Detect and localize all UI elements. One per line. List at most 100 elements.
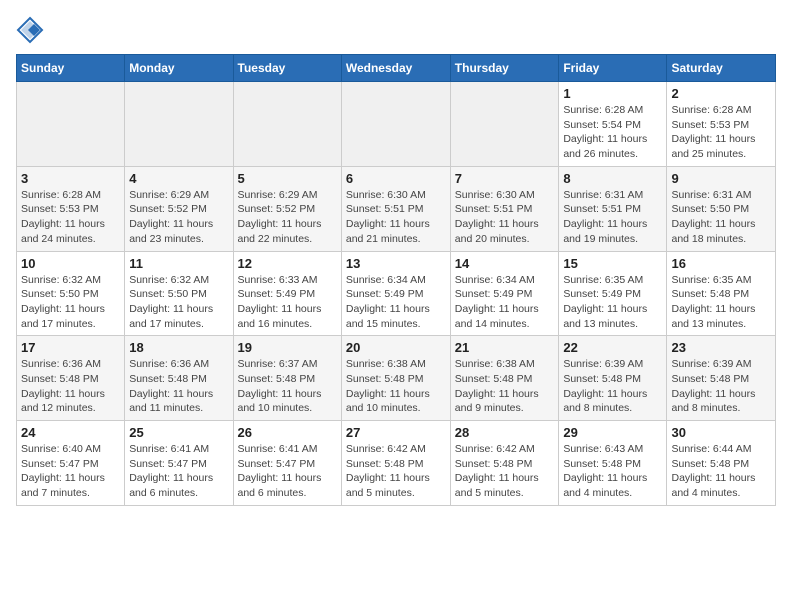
day-number: 16 (671, 256, 771, 271)
week-row-5: 24 Sunrise: 6:40 AM Sunset: 5:47 PM Dayli… (17, 421, 776, 506)
calendar-cell: 3 Sunrise: 6:28 AM Sunset: 5:53 PM Daylig… (17, 166, 125, 251)
day-number: 6 (346, 171, 446, 186)
day-number: 7 (455, 171, 555, 186)
day-number: 5 (238, 171, 337, 186)
day-number: 17 (21, 340, 120, 355)
day-number: 23 (671, 340, 771, 355)
weekday-header-tuesday: Tuesday (233, 55, 341, 82)
day-number: 20 (346, 340, 446, 355)
day-number: 26 (238, 425, 337, 440)
day-info: Sunrise: 6:30 AM Sunset: 5:51 PM Dayligh… (346, 188, 446, 247)
logo (16, 16, 48, 44)
calendar-cell (125, 82, 233, 167)
calendar-cell (341, 82, 450, 167)
day-info: Sunrise: 6:41 AM Sunset: 5:47 PM Dayligh… (238, 442, 337, 501)
day-number: 1 (563, 86, 662, 101)
day-number: 2 (671, 86, 771, 101)
calendar-cell: 15 Sunrise: 6:35 AM Sunset: 5:49 PM Dayli… (559, 251, 667, 336)
day-info: Sunrise: 6:36 AM Sunset: 5:48 PM Dayligh… (21, 357, 120, 416)
day-info: Sunrise: 6:29 AM Sunset: 5:52 PM Dayligh… (129, 188, 228, 247)
day-info: Sunrise: 6:41 AM Sunset: 5:47 PM Dayligh… (129, 442, 228, 501)
calendar-cell: 12 Sunrise: 6:33 AM Sunset: 5:49 PM Dayli… (233, 251, 341, 336)
day-info: Sunrise: 6:31 AM Sunset: 5:51 PM Dayligh… (563, 188, 662, 247)
day-info: Sunrise: 6:35 AM Sunset: 5:48 PM Dayligh… (671, 273, 771, 332)
day-number: 30 (671, 425, 771, 440)
calendar-cell: 18 Sunrise: 6:36 AM Sunset: 5:48 PM Dayli… (125, 336, 233, 421)
day-info: Sunrise: 6:28 AM Sunset: 5:54 PM Dayligh… (563, 103, 662, 162)
day-info: Sunrise: 6:40 AM Sunset: 5:47 PM Dayligh… (21, 442, 120, 501)
week-row-1: 1 Sunrise: 6:28 AM Sunset: 5:54 PM Daylig… (17, 82, 776, 167)
calendar-cell: 29 Sunrise: 6:43 AM Sunset: 5:48 PM Dayli… (559, 421, 667, 506)
calendar-cell: 13Sunrise: 6:34 AM Sunset: 5:49 PM Dayli… (341, 251, 450, 336)
calendar-cell: 6 Sunrise: 6:30 AM Sunset: 5:51 PM Daylig… (341, 166, 450, 251)
day-info: Sunrise: 6:38 AM Sunset: 5:48 PM Dayligh… (455, 357, 555, 416)
calendar-cell: 10 Sunrise: 6:32 AM Sunset: 5:50 PM Dayli… (17, 251, 125, 336)
weekday-header-thursday: Thursday (450, 55, 559, 82)
day-info: Sunrise: 6:31 AM Sunset: 5:50 PM Dayligh… (671, 188, 771, 247)
day-number: 25 (129, 425, 228, 440)
calendar-cell: 19 Sunrise: 6:37 AM Sunset: 5:48 PM Dayli… (233, 336, 341, 421)
calendar-cell: 9Sunrise: 6:31 AM Sunset: 5:50 PM Daylig… (667, 166, 776, 251)
day-number: 13 (346, 256, 446, 271)
calendar-cell: 1 Sunrise: 6:28 AM Sunset: 5:54 PM Daylig… (559, 82, 667, 167)
day-number: 14 (455, 256, 555, 271)
calendar-cell: 16 Sunrise: 6:35 AM Sunset: 5:48 PM Dayli… (667, 251, 776, 336)
page-header (16, 16, 776, 44)
calendar-cell: 30 Sunrise: 6:44 AM Sunset: 5:48 PM Dayli… (667, 421, 776, 506)
weekday-header-saturday: Saturday (667, 55, 776, 82)
logo-icon (16, 16, 44, 44)
weekday-header-sunday: Sunday (17, 55, 125, 82)
calendar-cell: 25 Sunrise: 6:41 AM Sunset: 5:47 PM Dayli… (125, 421, 233, 506)
calendar-cell: 23 Sunrise: 6:39 AM Sunset: 5:48 PM Dayli… (667, 336, 776, 421)
day-info: Sunrise: 6:43 AM Sunset: 5:48 PM Dayligh… (563, 442, 662, 501)
day-info: Sunrise: 6:42 AM Sunset: 5:48 PM Dayligh… (455, 442, 555, 501)
weekday-header-wednesday: Wednesday (341, 55, 450, 82)
day-number: 24 (21, 425, 120, 440)
calendar-cell (233, 82, 341, 167)
calendar-cell (450, 82, 559, 167)
calendar-cell: 20Sunrise: 6:38 AM Sunset: 5:48 PM Dayli… (341, 336, 450, 421)
week-row-4: 17 Sunrise: 6:36 AM Sunset: 5:48 PM Dayli… (17, 336, 776, 421)
day-info: Sunrise: 6:44 AM Sunset: 5:48 PM Dayligh… (671, 442, 771, 501)
calendar-cell: 26 Sunrise: 6:41 AM Sunset: 5:47 PM Dayli… (233, 421, 341, 506)
day-number: 3 (21, 171, 120, 186)
day-info: Sunrise: 6:36 AM Sunset: 5:48 PM Dayligh… (129, 357, 228, 416)
day-info: Sunrise: 6:39 AM Sunset: 5:48 PM Dayligh… (563, 357, 662, 416)
week-row-2: 3 Sunrise: 6:28 AM Sunset: 5:53 PM Daylig… (17, 166, 776, 251)
weekday-header-friday: Friday (559, 55, 667, 82)
day-number: 22 (563, 340, 662, 355)
day-number: 12 (238, 256, 337, 271)
calendar-cell: 2 Sunrise: 6:28 AM Sunset: 5:53 PM Daylig… (667, 82, 776, 167)
day-info: Sunrise: 6:28 AM Sunset: 5:53 PM Dayligh… (671, 103, 771, 162)
day-number: 19 (238, 340, 337, 355)
day-number: 10 (21, 256, 120, 271)
calendar-cell: 11 Sunrise: 6:32 AM Sunset: 5:50 PM Dayli… (125, 251, 233, 336)
day-number: 8 (563, 171, 662, 186)
day-info: Sunrise: 6:35 AM Sunset: 5:49 PM Dayligh… (563, 273, 662, 332)
day-number: 11 (129, 256, 228, 271)
day-info: Sunrise: 6:32 AM Sunset: 5:50 PM Dayligh… (129, 273, 228, 332)
day-number: 15 (563, 256, 662, 271)
calendar-cell: 21 Sunrise: 6:38 AM Sunset: 5:48 PM Dayli… (450, 336, 559, 421)
calendar-table: SundayMondayTuesdayWednesdayThursdayFrid… (16, 54, 776, 506)
day-info: Sunrise: 6:42 AM Sunset: 5:48 PM Dayligh… (346, 442, 446, 501)
day-number: 28 (455, 425, 555, 440)
day-info: Sunrise: 6:32 AM Sunset: 5:50 PM Dayligh… (21, 273, 120, 332)
calendar-cell: 7 Sunrise: 6:30 AM Sunset: 5:51 PM Daylig… (450, 166, 559, 251)
day-info: Sunrise: 6:30 AM Sunset: 5:51 PM Dayligh… (455, 188, 555, 247)
weekday-header-monday: Monday (125, 55, 233, 82)
calendar-cell: 5Sunrise: 6:29 AM Sunset: 5:52 PM Daylig… (233, 166, 341, 251)
week-row-3: 10 Sunrise: 6:32 AM Sunset: 5:50 PM Dayli… (17, 251, 776, 336)
day-info: Sunrise: 6:37 AM Sunset: 5:48 PM Dayligh… (238, 357, 337, 416)
day-info: Sunrise: 6:28 AM Sunset: 5:53 PM Dayligh… (21, 188, 120, 247)
calendar-cell: 28 Sunrise: 6:42 AM Sunset: 5:48 PM Dayli… (450, 421, 559, 506)
calendar-cell: 22 Sunrise: 6:39 AM Sunset: 5:48 PM Dayli… (559, 336, 667, 421)
calendar-cell: 4Sunrise: 6:29 AM Sunset: 5:52 PM Daylig… (125, 166, 233, 251)
calendar-cell: 17 Sunrise: 6:36 AM Sunset: 5:48 PM Dayli… (17, 336, 125, 421)
day-number: 29 (563, 425, 662, 440)
day-info: Sunrise: 6:39 AM Sunset: 5:48 PM Dayligh… (671, 357, 771, 416)
day-number: 21 (455, 340, 555, 355)
day-number: 18 (129, 340, 228, 355)
calendar-cell (17, 82, 125, 167)
day-info: Sunrise: 6:33 AM Sunset: 5:49 PM Dayligh… (238, 273, 337, 332)
